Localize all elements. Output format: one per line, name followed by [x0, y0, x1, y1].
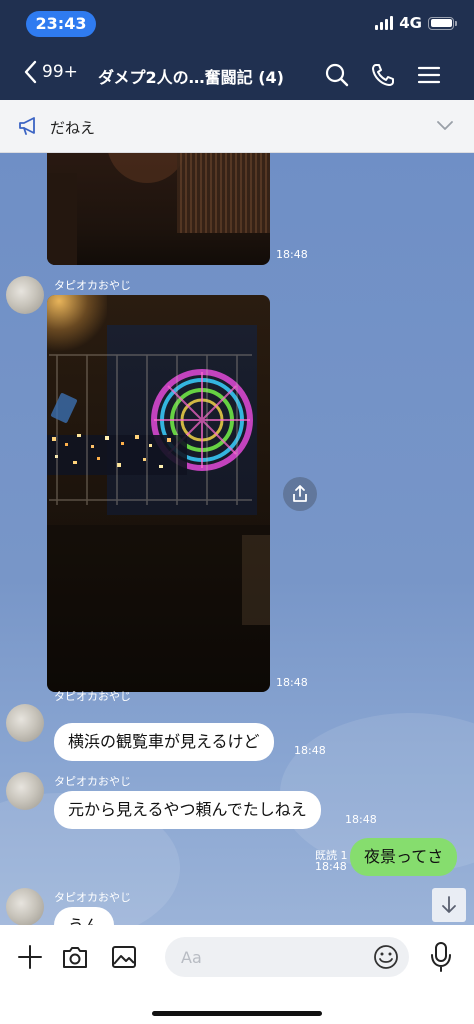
scroll-to-bottom-button[interactable]: [432, 888, 466, 922]
microphone-icon[interactable]: [430, 941, 452, 973]
status-indicators: 4G: [375, 14, 457, 32]
network-type: 4G: [399, 14, 422, 32]
emoji-icon[interactable]: [373, 944, 399, 970]
chevron-left-icon: [24, 60, 37, 84]
sender-name: タピオカおやじ: [54, 279, 131, 292]
message-bubble[interactable]: 元から見えるやつ頼んでたしねえ: [54, 791, 321, 829]
sender-name: タピオカおやじ: [54, 690, 131, 703]
menu-icon[interactable]: [416, 62, 442, 88]
chevron-down-icon[interactable]: [436, 120, 454, 132]
megaphone-icon: [19, 117, 35, 135]
plus-icon[interactable]: [17, 944, 43, 970]
chat-area[interactable]: 18:48 タピオカおやじ 18:48 タピオカおやじ 横浜の観覧車が見えるけど…: [0, 153, 474, 925]
message-bubble[interactable]: 横浜の観覧車が見えるけど: [54, 723, 274, 761]
phone-icon[interactable]: [370, 62, 396, 88]
share-icon: [293, 485, 307, 502]
arrow-down-icon: [442, 896, 456, 913]
message-time: 18:48: [276, 248, 308, 261]
back-button[interactable]: 99+: [24, 60, 78, 84]
message-bubble[interactable]: うん: [54, 907, 115, 925]
avatar[interactable]: [6, 772, 44, 810]
share-button[interactable]: [283, 477, 317, 511]
message-input[interactable]: Aa: [165, 937, 409, 977]
message-time: 18:48: [276, 676, 308, 689]
sender-name: タピオカおやじ: [54, 891, 131, 904]
announcement-bar[interactable]: だねえ: [0, 100, 474, 153]
battery-icon: [428, 16, 457, 30]
ferris-wheel-image: [47, 354, 270, 692]
message-time: 18:48: [345, 813, 377, 826]
avatar[interactable]: [6, 276, 44, 314]
message-time: 18:48: [315, 860, 347, 873]
signal-icon: [375, 16, 394, 30]
photo-message[interactable]: [47, 295, 270, 692]
search-icon[interactable]: [324, 62, 350, 88]
unread-count: 99+: [42, 62, 78, 82]
input-placeholder: Aa: [181, 948, 202, 967]
chat-title[interactable]: ダメプ2人の…奮闘記 (4): [98, 64, 284, 88]
sender-name: タピオカおやじ: [54, 775, 131, 788]
message-time: 18:48: [294, 744, 326, 757]
avatar[interactable]: [6, 888, 44, 925]
camera-icon[interactable]: [61, 944, 89, 970]
home-indicator: [152, 1011, 322, 1016]
outgoing-message-bubble[interactable]: 夜景ってさ: [350, 838, 458, 876]
chat-header: 23:43 4G 99+ ダメプ2人の…奮闘記 (4): [0, 0, 474, 100]
status-time: 23:43: [26, 11, 96, 37]
photo-message[interactable]: [47, 153, 270, 265]
avatar[interactable]: [6, 704, 44, 742]
image-icon[interactable]: [110, 944, 138, 970]
message-input-bar: Aa: [0, 925, 474, 1024]
announcement-text: だねえ: [50, 119, 96, 137]
